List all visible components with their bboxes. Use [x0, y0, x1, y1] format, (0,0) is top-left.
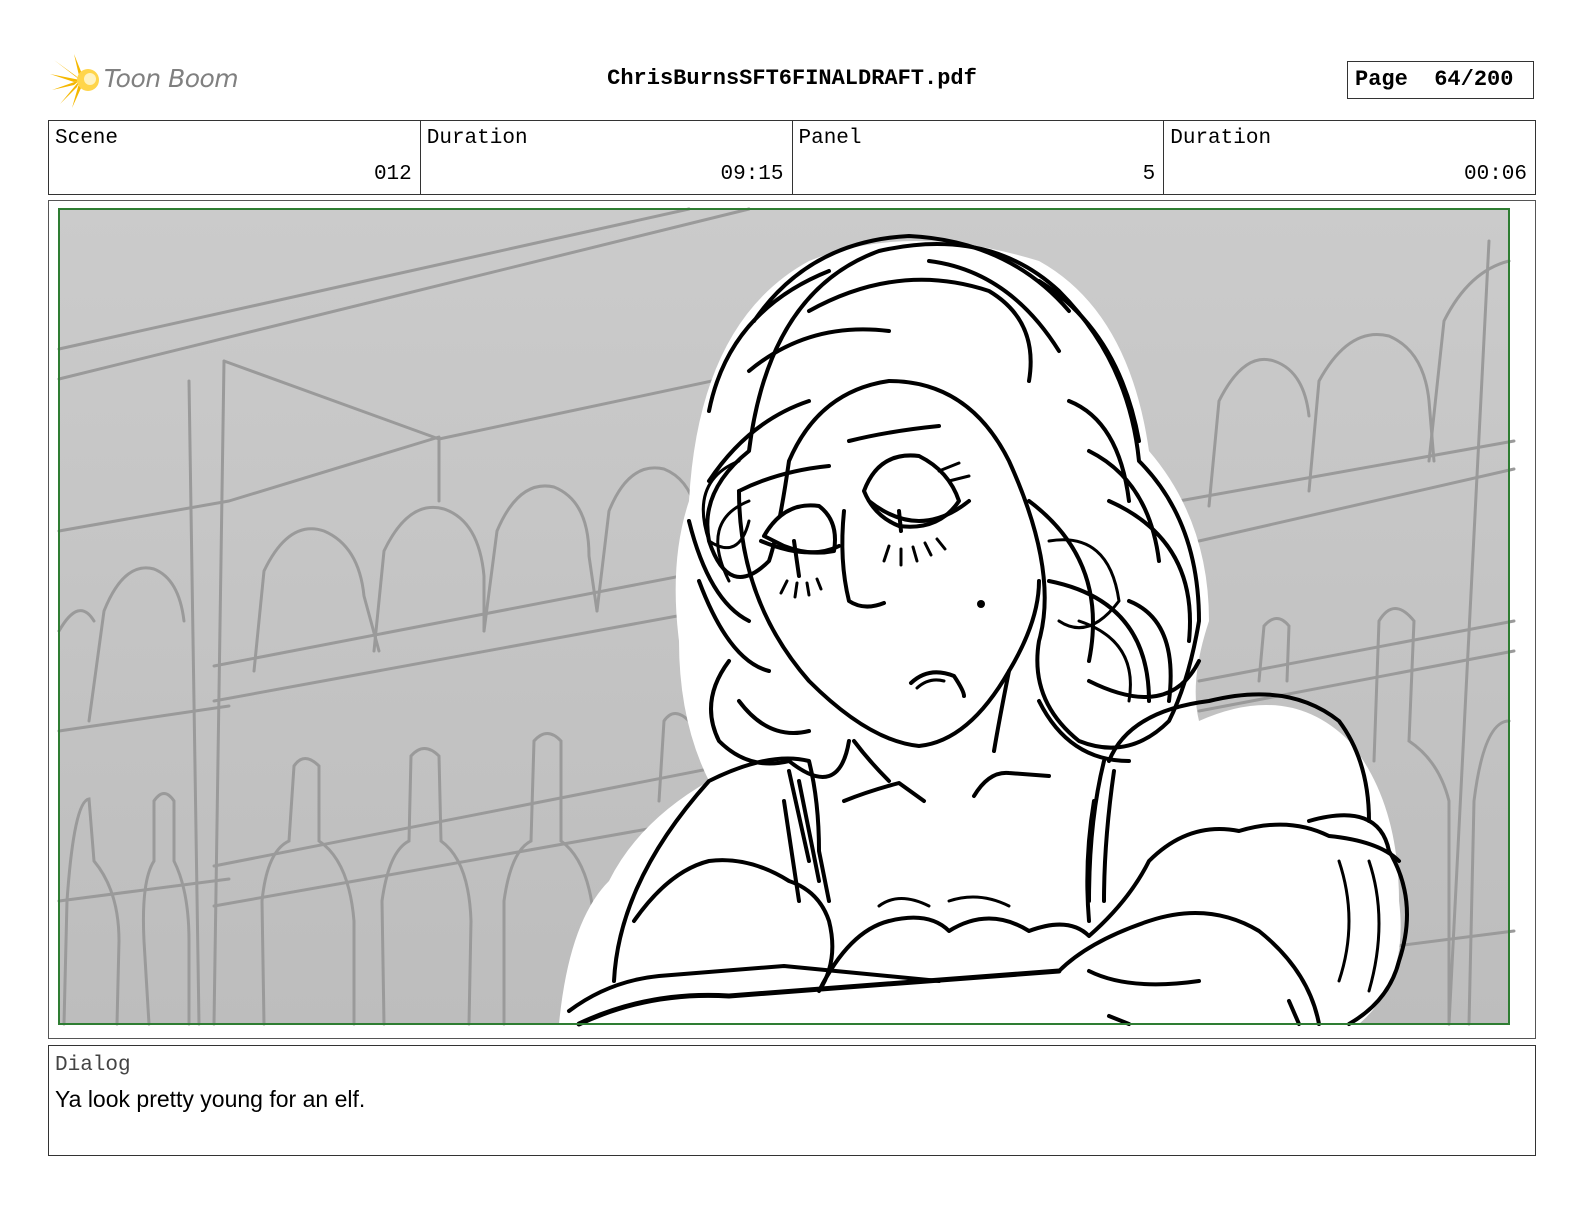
scene-duration-value: 09:15	[720, 163, 784, 186]
page-number: 64/200	[1434, 67, 1514, 92]
dialog-box: Dialog Ya look pretty young for an elf.	[48, 1045, 1536, 1156]
scene-value: 012	[373, 163, 412, 186]
panel-drawing	[57, 207, 1516, 1027]
page-indicator: Page 64/200	[1347, 61, 1534, 99]
panel-cell: Panel 5	[793, 121, 1165, 194]
panel-label: Panel	[798, 127, 862, 150]
scene-duration-label: Duration	[426, 127, 528, 150]
panel-duration-cell: Duration 00:06	[1164, 121, 1535, 194]
storyboard-panel	[48, 200, 1536, 1039]
dialog-label: Dialog	[55, 1054, 131, 1077]
panel-duration-value: 00:06	[1463, 163, 1527, 186]
dialog-text: Ya look pretty young for an elf.	[55, 1086, 366, 1112]
panel-value: 5	[1142, 163, 1156, 186]
page-label: Page	[1355, 67, 1408, 92]
scene-label: Scene	[55, 127, 119, 150]
panel-duration-label: Duration	[1170, 127, 1272, 150]
scene-info-table: Scene 012 Duration 09:15 Panel 5 Duratio…	[48, 120, 1536, 195]
scene-cell: Scene 012	[49, 121, 421, 194]
scene-duration-cell: Duration 09:15	[421, 121, 793, 194]
